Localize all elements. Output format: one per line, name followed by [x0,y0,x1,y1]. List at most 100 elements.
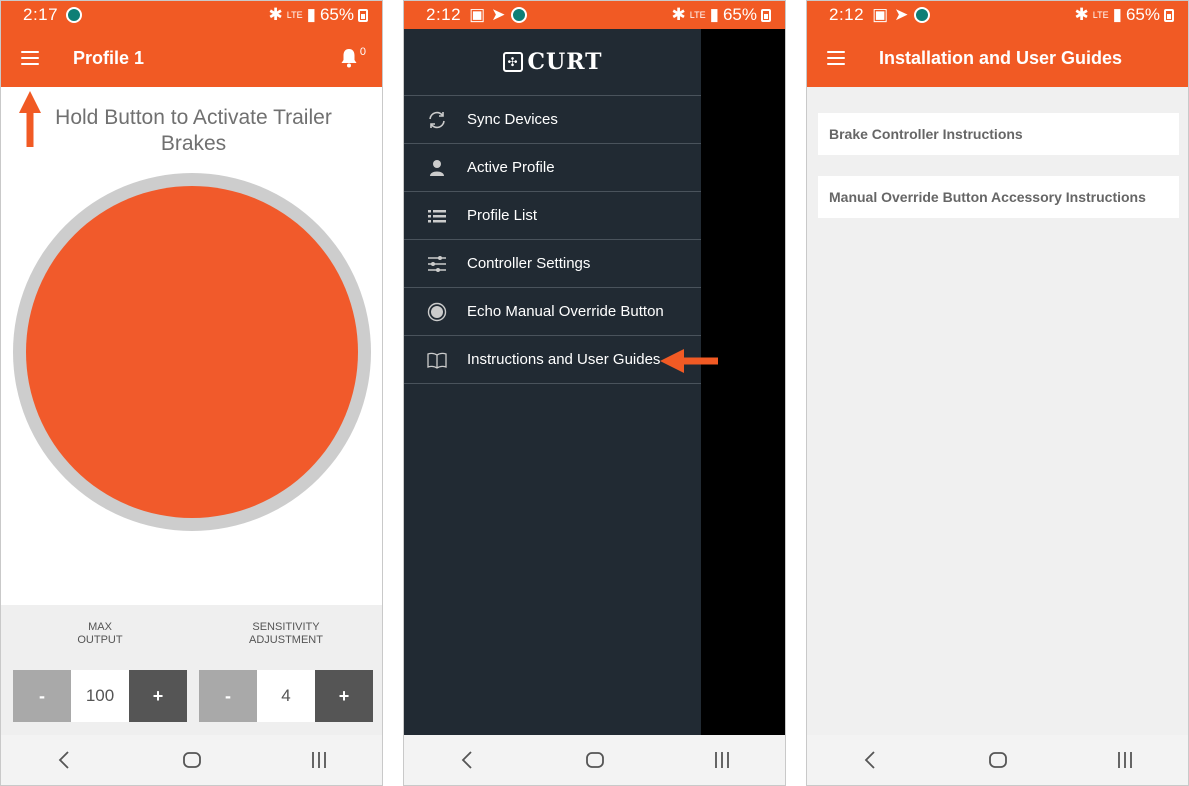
phone-screen-menu: 2:12 ▣ ➤ ✱ LTE ▮ 65% ✣ CURT Sync Devices [403,0,786,786]
battery-icon [761,8,771,22]
list-icon [426,205,448,227]
controls-panel: MAX OUTPUT SENSITIVITY ADJUSTMENT - 100 … [1,605,382,737]
bluetooth-icon: ✱ [671,5,686,24]
nav-home-button[interactable] [565,740,625,780]
sliders-icon [426,253,448,275]
nav-recents-button[interactable] [692,740,752,780]
send-icon: ➤ [491,5,506,24]
max-output-increase-button[interactable]: + [129,670,187,722]
max-output-stepper: - 100 + [13,670,187,722]
send-icon: ➤ [894,5,909,24]
signal-icon: ▮ [306,5,316,24]
brake-activate-button[interactable] [13,173,371,531]
gallery-icon: ▣ [469,5,486,24]
battery-icon [1164,8,1174,22]
back-icon [461,751,472,769]
home-icon [182,752,201,768]
recents-icon [311,752,326,768]
book-icon [426,349,448,371]
curt-logo: ✣ CURT [404,29,701,96]
recents-icon [1117,752,1132,768]
signal-icon: ▮ [709,5,719,24]
max-output-label: MAX OUTPUT [77,621,123,646]
sensitivity-label: SENSITIVITY ADJUSTMENT [249,621,323,646]
nav-back-button[interactable] [841,740,901,780]
battery-icon [358,8,368,22]
bell-icon [341,49,357,68]
nav-recents-button[interactable] [289,740,349,780]
phone-screen-guides: 2:12 ▣ ➤ ✱ LTE ▮ 65% Installation and Us… [806,0,1189,786]
menu-item-echo-override[interactable]: Echo Manual Override Button [404,288,701,336]
battery-percent: 65% [722,5,757,24]
menu-icon[interactable] [21,51,39,65]
menu-icon[interactable] [827,51,845,65]
menu-item-label: Sync Devices [467,111,558,128]
battery-percent: 65% [1125,5,1160,24]
network-type: LTE [689,9,706,20]
curt-logo-icon: ✣ [502,52,523,72]
annotation-up-arrow [19,91,41,147]
page-title: Profile 1 [73,47,145,68]
menu-item-label: Instructions and User Guides [467,351,661,368]
guide-brake-controller[interactable]: Brake Controller Instructions [818,113,1179,155]
nav-recents-button[interactable] [1095,740,1155,780]
network-type: LTE [286,9,303,20]
nav-home-button[interactable] [162,740,222,780]
gallery-icon: ▣ [872,5,889,24]
signal-icon: ▮ [1112,5,1122,24]
notification-count: 0 [359,46,366,58]
network-type: LTE [1092,9,1109,20]
notifications-button[interactable]: 0 [340,46,366,68]
status-bar: 2:12 ▣ ➤ ✱ LTE ▮ 65% [404,1,785,29]
person-icon [426,157,448,179]
status-time: 2:12 [426,5,462,24]
status-time: 2:12 [829,5,865,24]
max-output-value: 100 [71,670,129,722]
brake-activate-button-face [26,186,358,518]
app-notification-icon [914,7,931,23]
menu-item-sync-devices[interactable]: Sync Devices [404,96,701,144]
app-notification-icon [66,7,83,23]
app-notification-icon [511,7,528,23]
nav-back-button[interactable] [438,740,498,780]
menu-item-label: Profile List [467,207,538,224]
app-bar: Installation and User Guides [807,29,1188,87]
menu-item-label: Controller Settings [467,255,591,272]
radio-button-icon [426,301,448,323]
drawer-scrim[interactable] [701,29,785,737]
sensitivity-increase-button[interactable]: + [315,670,373,722]
status-bar: 2:17 ✱ LTE ▮ 65% [1,1,382,29]
sync-icon [426,109,448,131]
menu-item-profile-list[interactable]: Profile List [404,192,701,240]
instruction-text: Hold Button to Activate Trailer Brakes [55,106,332,155]
system-nav-bar [1,735,382,785]
menu-item-label: Active Profile [467,159,555,176]
nav-back-button[interactable] [35,740,95,780]
sensitivity-stepper: - 4 + [199,670,373,722]
menu-item-instructions[interactable]: Instructions and User Guides [404,336,701,384]
system-nav-bar [404,735,785,785]
home-icon [585,752,604,768]
guide-manual-override[interactable]: Manual Override Button Accessory Instruc… [818,176,1179,218]
sensitivity-decrease-button[interactable]: - [199,670,257,722]
system-nav-bar [807,735,1188,785]
menu-item-label: Echo Manual Override Button [467,303,664,320]
nav-home-button[interactable] [968,740,1028,780]
recents-icon [714,752,729,768]
home-icon [988,752,1007,768]
status-time: 2:17 [23,5,59,24]
navigation-drawer: ✣ CURT Sync Devices Active Profile Profi… [404,29,701,737]
guides-list: Brake Controller Instructions Manual Ove… [807,87,1188,737]
battery-percent: 65% [319,5,354,24]
back-icon [864,751,875,769]
back-icon [58,751,69,769]
page-title: Installation and User Guides [879,47,1123,68]
menu-item-controller-settings[interactable]: Controller Settings [404,240,701,288]
sensitivity-value: 4 [257,670,315,722]
bluetooth-icon: ✱ [268,5,283,24]
annotation-left-arrow [660,349,718,373]
app-bar: Profile 1 0 [1,29,382,87]
menu-item-active-profile[interactable]: Active Profile [404,144,701,192]
bluetooth-icon: ✱ [1074,5,1089,24]
max-output-decrease-button[interactable]: - [13,670,71,722]
